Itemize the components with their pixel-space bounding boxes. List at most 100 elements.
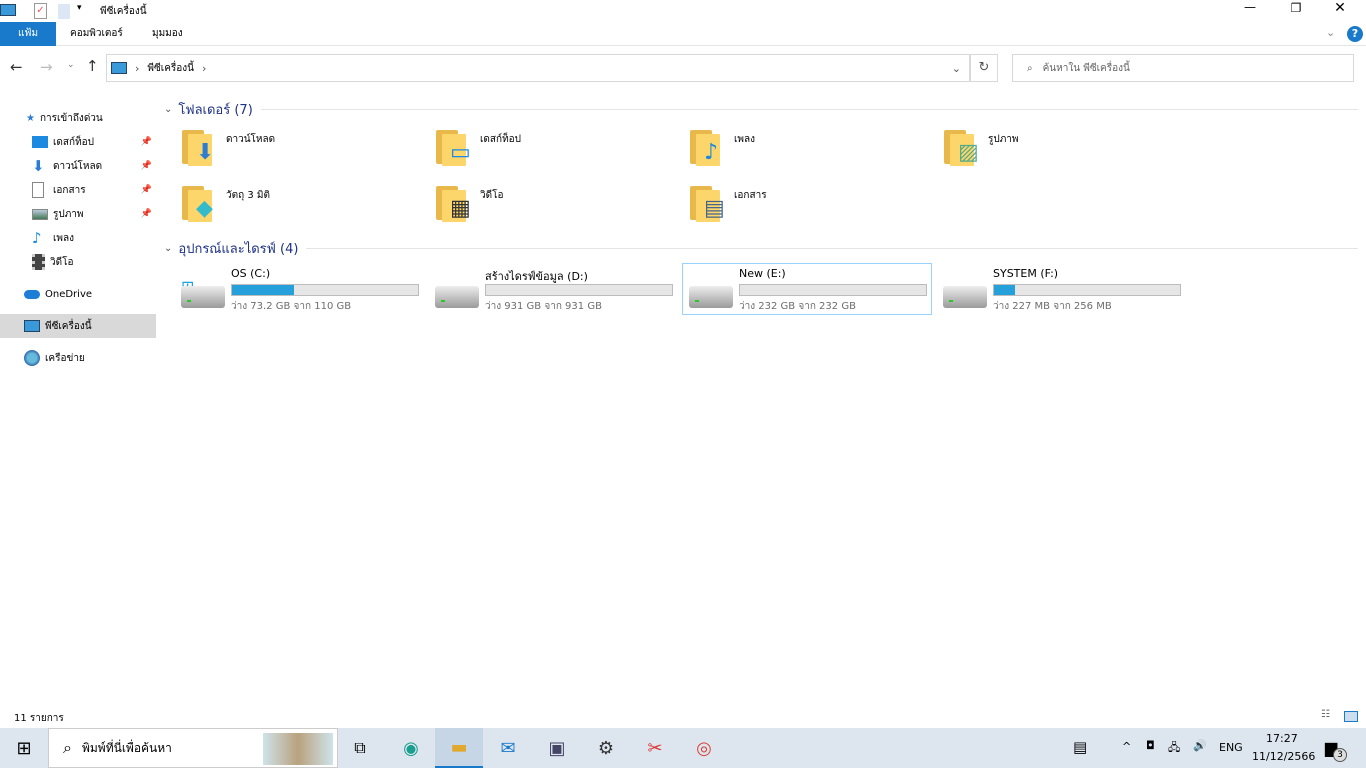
notification-count-badge: 3 <box>1333 748 1347 762</box>
maximize-button[interactable]: ❐ <box>1284 1 1308 15</box>
picture-icon <box>32 208 48 220</box>
folder-item[interactable]: ▭ เดสก์ท็อป <box>434 120 684 170</box>
sidebar-quick-access[interactable]: ★ การเข้าถึงด่วน <box>0 106 156 130</box>
folder-item[interactable]: ◆ วัตถุ 3 มิติ <box>180 176 430 226</box>
ribbon: แฟ้ม คอมพิวเตอร์ มุมมอง ⌄ ? <box>0 22 1366 46</box>
video-icon: ▦ <box>450 196 471 221</box>
news-icon[interactable]: ▤ <box>1073 738 1087 756</box>
folder-item[interactable]: ♪ เพลง <box>688 120 938 170</box>
refresh-button[interactable]: ↻ <box>970 54 998 82</box>
network-icon[interactable]: 🖧 <box>1168 739 1180 758</box>
recent-locations-button[interactable]: ⌄ <box>67 60 75 70</box>
forward-button[interactable]: → <box>40 58 53 76</box>
sidebar-onedrive[interactable]: OneDrive <box>0 282 156 306</box>
large-icons-view-button[interactable] <box>1344 711 1358 722</box>
tab-view[interactable]: มุมมอง <box>140 22 195 46</box>
folder-name: วัตถุ 3 มิติ <box>226 190 270 201</box>
download-icon: ⬇ <box>32 157 45 175</box>
drive-item[interactable]: ⊞OS (C:)ว่าง 73.2 GB จาก 110 GB <box>175 264 425 316</box>
taskbar: ⊞ ⌕ พิมพ์ที่นี่เพื่อค้นหา ⧉ ◉ ▬ ✉ ▣ ⚙ ✂ … <box>0 728 1366 768</box>
pin-icon[interactable]: 📌 <box>141 161 152 171</box>
help-icon[interactable]: ? <box>1347 26 1363 42</box>
folder-item[interactable]: ⬇ ดาวน์โหลด <box>180 120 430 170</box>
clock-time[interactable]: 17:27 <box>1266 732 1298 745</box>
folder-item[interactable]: ▨ รูปภาพ <box>942 120 1192 170</box>
customize-toolbar-icon[interactable]: ▾ <box>77 3 82 13</box>
expand-ribbon-icon[interactable]: ⌄ <box>1326 26 1335 39</box>
task-view-button[interactable]: ⧉ <box>336 728 384 768</box>
folder-item[interactable]: ▦ วิดีโอ <box>434 176 684 226</box>
folder-icon: ⬇ <box>180 128 220 168</box>
properties-icon[interactable]: ✓ <box>34 3 47 19</box>
clock-date[interactable]: 11/12/2566 <box>1252 750 1315 763</box>
tab-computer[interactable]: คอมพิวเตอร์ <box>58 22 135 46</box>
minimize-button[interactable]: — <box>1238 0 1262 14</box>
sidebar-item-pictures[interactable]: รูปภาพ 📌 <box>0 202 156 226</box>
search-icon: ⌕ <box>1027 62 1033 74</box>
back-button[interactable]: ← <box>10 58 23 76</box>
search-input[interactable]: ⌕ ค้นหาใน พีซีเครื่องนี้ <box>1012 54 1354 82</box>
sidebar-item-downloads[interactable]: ⬇ ดาวน์โหลด 📌 <box>0 154 156 178</box>
video-icon <box>32 254 45 270</box>
label: รูปภาพ <box>53 208 84 220</box>
new-folder-icon[interactable] <box>58 4 70 19</box>
pin-icon[interactable]: 📌 <box>141 137 152 147</box>
up-button[interactable]: ↑ <box>86 57 99 75</box>
folder-item[interactable]: ▤ เอกสาร <box>688 176 938 226</box>
drive-free-space: ว่าง 73.2 GB จาก 110 GB <box>231 301 352 312</box>
pin-icon[interactable]: 📌 <box>141 209 152 219</box>
desktop-icon: ▭ <box>450 140 471 165</box>
navigation-bar: ← → ⌄ ↑ › พีซีเครื่องนี้ › ⌄ ↻ ⌕ ค้นหาใน… <box>0 52 1366 84</box>
folder-icon: ♪ <box>688 128 728 168</box>
breadcrumb-this-pc[interactable]: พีซีเครื่องนี้ <box>147 61 194 76</box>
search-placeholder: ค้นหาใน พีซีเครื่องนี้ <box>1042 62 1130 74</box>
pin-icon[interactable]: 📌 <box>141 185 152 195</box>
sidebar-network[interactable]: เครือข่าย <box>0 346 156 370</box>
edge-icon[interactable]: ◉ <box>387 728 435 768</box>
drive-item[interactable]: SYSTEM (F:) ว่าง 227 MB จาก 256 MB <box>937 264 1187 316</box>
app-icon[interactable]: ▣ <box>533 728 581 768</box>
drive-item[interactable]: New (E:) ว่าง 232 GB จาก 232 GB <box>682 263 932 315</box>
drive-usage-bar <box>485 284 673 296</box>
drives-group-header[interactable]: ⌄ อุปกรณ์และไดรฟ์ (4) <box>164 238 1358 258</box>
meet-icon[interactable]: ◘ <box>1146 739 1155 752</box>
settings-icon[interactable]: ⚙ <box>582 728 630 768</box>
snipping-tool-icon[interactable]: ✂ <box>631 728 679 768</box>
start-button[interactable]: ⊞ <box>0 728 48 768</box>
hard-drive-icon <box>181 286 225 308</box>
drive-usage-bar <box>231 284 419 296</box>
volume-icon[interactable]: 🔊 <box>1193 739 1207 752</box>
chrome-icon[interactable]: ◎ <box>680 728 728 768</box>
computer-icon <box>0 4 16 16</box>
sidebar-item-desktop[interactable]: เดสก์ท็อป 📌 <box>0 130 156 154</box>
details-view-button[interactable]: ☷ <box>1321 709 1330 720</box>
address-bar[interactable]: › พีซีเครื่องนี้ › ⌄ <box>106 54 970 82</box>
download-icon: ⬇ <box>196 140 215 165</box>
folder-icon: ▭ <box>434 128 474 168</box>
drive-usage-bar <box>993 284 1181 296</box>
sidebar-item-documents[interactable]: เอกสาร 📌 <box>0 178 156 202</box>
tab-file[interactable]: แฟ้ม <box>0 22 56 46</box>
folder-icon: ◆ <box>180 184 220 224</box>
3d-objects-icon: ◆ <box>196 196 213 221</box>
sidebar-item-music[interactable]: ♪ เพลง <box>0 226 156 250</box>
sidebar-this-pc[interactable]: พีซีเครื่องนี้ <box>0 314 156 338</box>
label: OneDrive <box>45 288 93 300</box>
address-dropdown[interactable]: ⌄ <box>952 62 961 75</box>
search-icon: ⌕ <box>63 738 72 757</box>
drive-name: สร้างไดรฟ์ข้อมูล (D:) <box>485 270 588 283</box>
label: การเข้าถึงด่วน <box>39 112 103 124</box>
folder-name: เอกสาร <box>734 190 767 201</box>
show-hidden-icons-button[interactable]: ^ <box>1122 740 1131 753</box>
drive-item[interactable]: สร้างไดรฟ์ข้อมูล (D:) ว่าง 931 GB จาก 931… <box>429 264 679 316</box>
folders-group-header[interactable]: ⌄ โฟลเดอร์ (7) <box>164 99 1358 119</box>
language-indicator[interactable]: ENG <box>1219 741 1243 754</box>
document-icon: ▤ <box>704 196 725 221</box>
sidebar-item-videos[interactable]: วิดีโอ <box>0 250 156 274</box>
label: พีซีเครื่องนี้ <box>45 320 92 332</box>
taskbar-search-box[interactable]: ⌕ พิมพ์ที่นี่เพื่อค้นหา <box>48 728 338 768</box>
close-button[interactable]: ✕ <box>1328 0 1352 16</box>
computer-icon <box>24 320 40 332</box>
mail-icon[interactable]: ✉ <box>484 728 532 768</box>
file-explorer-icon[interactable]: ▬ <box>435 728 483 768</box>
